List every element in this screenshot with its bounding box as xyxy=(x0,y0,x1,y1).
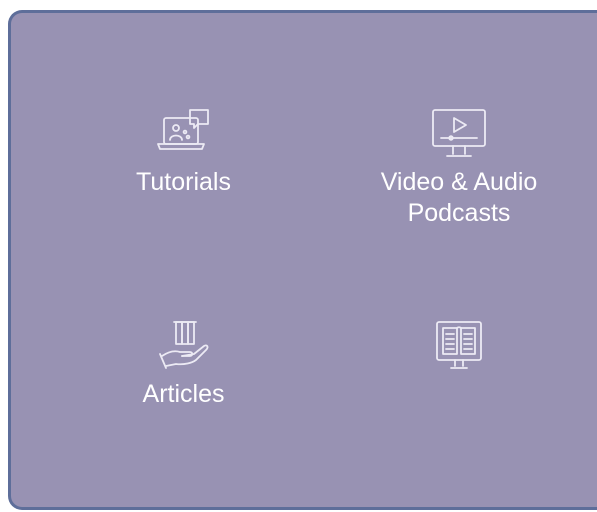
monitor-play-icon xyxy=(425,101,493,167)
resources-panel: Tutorials Video & Audio Podcasts Article… xyxy=(8,10,597,510)
tutorials-tile[interactable]: Tutorials xyxy=(111,101,256,198)
tutorials-label: Tutorials xyxy=(136,168,231,196)
laptop-chat-icon xyxy=(150,101,218,167)
hand-books-icon xyxy=(150,313,218,379)
ebooks-tile[interactable] xyxy=(394,313,524,379)
monitor-book-icon xyxy=(425,313,493,379)
articles-tile[interactable]: Articles xyxy=(111,313,256,410)
video-audio-podcasts-label: Video & Audio Podcasts xyxy=(381,167,538,229)
articles-label: Articles xyxy=(142,380,225,408)
video-audio-podcasts-tile[interactable]: Video & Audio Podcasts xyxy=(349,101,569,229)
video-audio-label-line1: Video & Audio xyxy=(380,168,538,196)
video-audio-label-line2: Podcasts xyxy=(407,199,511,227)
